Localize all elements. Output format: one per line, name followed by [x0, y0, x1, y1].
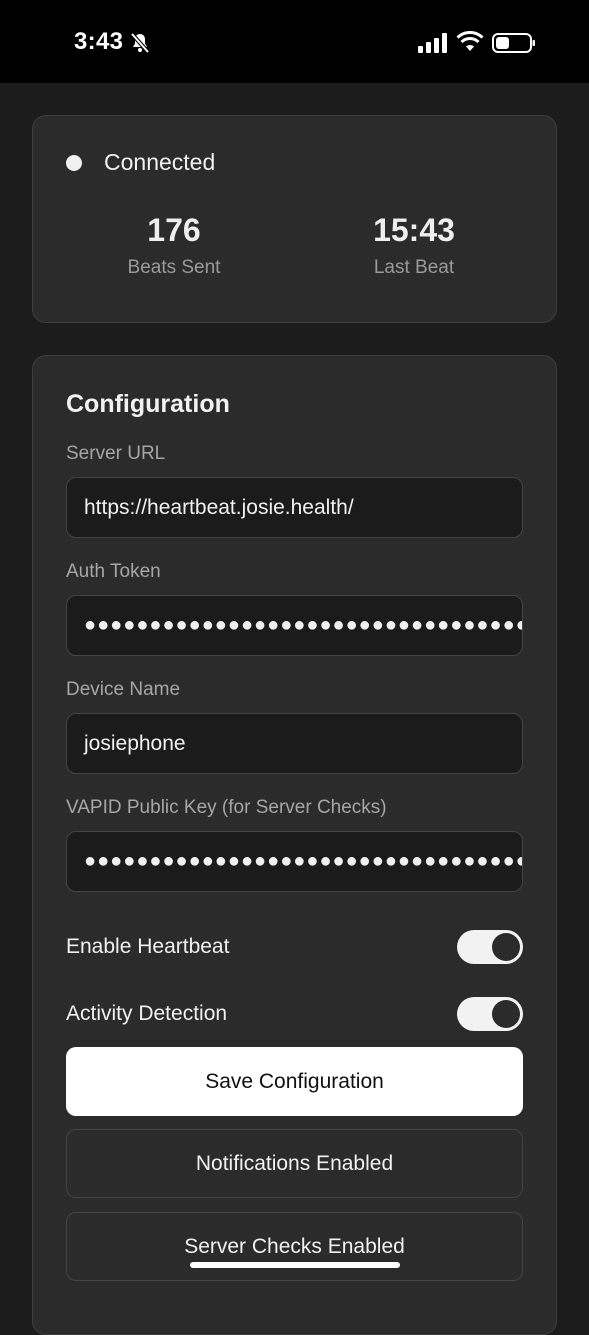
server-url-value: https://heartbeat.josie.health/: [84, 495, 354, 519]
beats-sent-stat: 176 Beats Sent: [74, 212, 274, 279]
bell-slash-icon: [130, 32, 150, 54]
toggle-knob: [492, 1000, 520, 1028]
last-beat-stat: 15:43 Last Beat: [314, 212, 514, 279]
beats-sent-label: Beats Sent: [127, 257, 221, 278]
connection-status-text: Connected: [104, 149, 216, 175]
save-configuration-button[interactable]: Save Configuration: [66, 1047, 523, 1116]
home-indicator[interactable]: [190, 1262, 400, 1268]
enable-heartbeat-toggle[interactable]: [457, 930, 523, 964]
notifications-enabled-button[interactable]: Notifications Enabled: [66, 1129, 523, 1198]
auth-token-label: Auth Token: [66, 561, 161, 582]
auth-token-value: ●●●●●●●●●●●●●●●●●●●●●●●●●●●●●●●●●●●: [84, 614, 523, 636]
wifi-icon: [456, 31, 484, 51]
device-name-label: Device Name: [66, 679, 181, 700]
toggle-knob: [492, 933, 520, 961]
server-url-input[interactable]: https://heartbeat.josie.health/: [66, 477, 523, 538]
device-name-value: josiephone: [84, 731, 186, 755]
vapid-key-label: VAPID Public Key (for Server Checks): [66, 797, 387, 818]
clock: 3:43: [74, 28, 124, 55]
server-checks-enabled-button[interactable]: Server Checks Enabled: [66, 1212, 523, 1281]
battery-icon: [492, 33, 535, 53]
status-bar: 3:43: [0, 0, 589, 83]
enable-heartbeat-label: Enable Heartbeat: [66, 935, 230, 958]
server-url-label: Server URL: [66, 443, 166, 464]
connection-status-dot: [66, 155, 82, 171]
activity-detection-toggle[interactable]: [457, 997, 523, 1031]
last-beat-label: Last Beat: [373, 257, 455, 278]
configuration-title: Configuration: [66, 390, 230, 418]
vapid-key-input[interactable]: ●●●●●●●●●●●●●●●●●●●●●●●●●●●●●●●●●●●: [66, 831, 523, 892]
activity-detection-label: Activity Detection: [66, 1002, 228, 1025]
device-name-input[interactable]: josiephone: [66, 713, 523, 774]
cellular-signal-icon: [418, 33, 447, 53]
beats-sent-value: 176: [147, 212, 201, 248]
vapid-key-value: ●●●●●●●●●●●●●●●●●●●●●●●●●●●●●●●●●●●: [84, 850, 523, 872]
auth-token-input[interactable]: ●●●●●●●●●●●●●●●●●●●●●●●●●●●●●●●●●●●: [66, 595, 523, 656]
last-beat-value: 15:43: [373, 212, 455, 248]
